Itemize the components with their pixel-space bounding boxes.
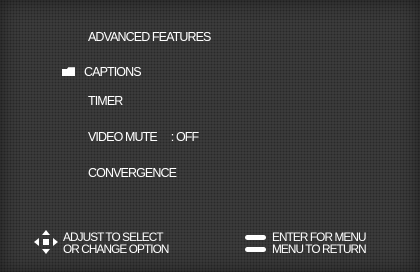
adjust-hint-line-2: OR CHANGE OPTION [63, 242, 169, 256]
folder-marker-icon [62, 67, 75, 77]
four-way-arrows-icon [34, 230, 58, 254]
menu-item-timer[interactable]: TIMER [88, 94, 123, 108]
menu-title: ADVANCED FEATURES [88, 30, 211, 44]
enter-hint-line-2: MENU TO RETURN [272, 242, 367, 256]
menu-item-captions[interactable]: CAPTIONS [62, 65, 142, 79]
menu-item-captions-label: CAPTIONS [84, 65, 142, 79]
menu-item-timer-label: TIMER [88, 94, 123, 108]
menu-item-video-mute[interactable]: VIDEO MUTE : OFF [88, 130, 199, 144]
menu-button-icon [245, 247, 266, 252]
enter-button-icon [245, 235, 266, 240]
osd-screen: ADVANCED FEATURES CAPTIONS TIMER VIDEO M… [0, 0, 420, 272]
enter-menu-hint: ENTER FOR MENU MENU TO RETURN [245, 229, 415, 259]
menu-item-convergence-label: CONVERGENCE [88, 166, 177, 180]
menu-item-convergence[interactable]: CONVERGENCE [88, 166, 177, 180]
menu-item-video-mute-label: VIDEO MUTE [88, 130, 158, 144]
adjust-hint: ADJUST TO SELECT OR CHANGE OPTION [33, 229, 223, 259]
video-mute-value: : OFF [170, 130, 199, 144]
